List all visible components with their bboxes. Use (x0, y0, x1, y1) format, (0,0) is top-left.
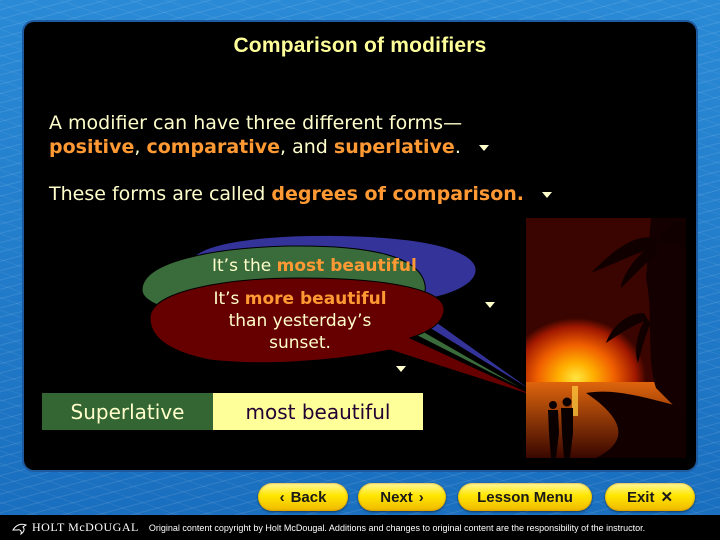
advance-arrow-icon[interactable] (396, 366, 406, 372)
footer: HOLT McDOUGAL Original content copyright… (0, 515, 720, 540)
term-comparative: comparative (146, 136, 281, 158)
degrees-paragraph: These forms are called degrees of compar… (49, 182, 553, 206)
bubble-prefix: It’s the (212, 256, 277, 276)
bubble-highlight: most beautiful (276, 256, 417, 276)
advance-arrow-icon[interactable] (542, 191, 553, 198)
sunset-photo (526, 218, 686, 458)
next-label: Next (380, 488, 413, 506)
term-degrees-of-comparison: degrees of comparison. (271, 183, 525, 205)
degree-value: most beautiful (213, 393, 423, 430)
intro-paragraph: A modifier can have three different form… (49, 111, 489, 159)
comma: , (134, 136, 147, 158)
sunset-illustration (526, 218, 686, 458)
exit-button[interactable]: Exit ✕ (605, 483, 695, 511)
chevron-left-icon: ‹ (279, 488, 285, 506)
dolphin-logo-icon (12, 523, 28, 535)
term-superlative: superlative (333, 136, 455, 158)
intro-line-1: A modifier can have three different form… (49, 112, 463, 134)
next-button[interactable]: Next › (358, 483, 446, 511)
comparative-line-2: than yesterday’s sunset. (228, 311, 372, 353)
back-label: Back (290, 488, 327, 506)
copyright-notice: Original content copyright by Holt McDou… (148, 522, 646, 533)
slide-title: Comparison of modifiers (233, 34, 487, 57)
comparative-bubble-text: It’s more beautiful than yesterday’s sun… (170, 288, 430, 354)
publisher-name: HOLT McDOUGAL (32, 520, 139, 534)
bubble-prefix: It’s (213, 289, 245, 309)
term-positive: positive (49, 136, 135, 158)
exit-label: Exit (626, 488, 655, 506)
intro-line-2: positive, comparative, and superlative. (49, 135, 489, 159)
advance-arrow-icon[interactable] (478, 144, 489, 151)
bubble-highlight: more beautiful (244, 289, 387, 309)
publisher-logo: HOLT McDOUGAL (12, 520, 139, 535)
close-icon: ✕ (660, 489, 674, 506)
advance-arrow-icon[interactable] (485, 302, 495, 308)
lesson-menu-button[interactable]: Lesson Menu (458, 483, 592, 511)
degree-label: Superlative (42, 393, 213, 430)
degrees-text: These forms are called (49, 183, 272, 205)
lesson-menu-label: Lesson Menu (477, 488, 573, 506)
period: . (454, 136, 461, 158)
back-button[interactable]: ‹ Back (258, 483, 348, 511)
degree-row: Superlative most beautiful (42, 393, 423, 430)
chevron-right-icon: › (418, 488, 424, 506)
and-text: , and (280, 136, 334, 158)
superlative-bubble-text: It’s the most beautiful (212, 255, 442, 277)
comparative-line-1: It’s more beautiful (170, 288, 430, 310)
